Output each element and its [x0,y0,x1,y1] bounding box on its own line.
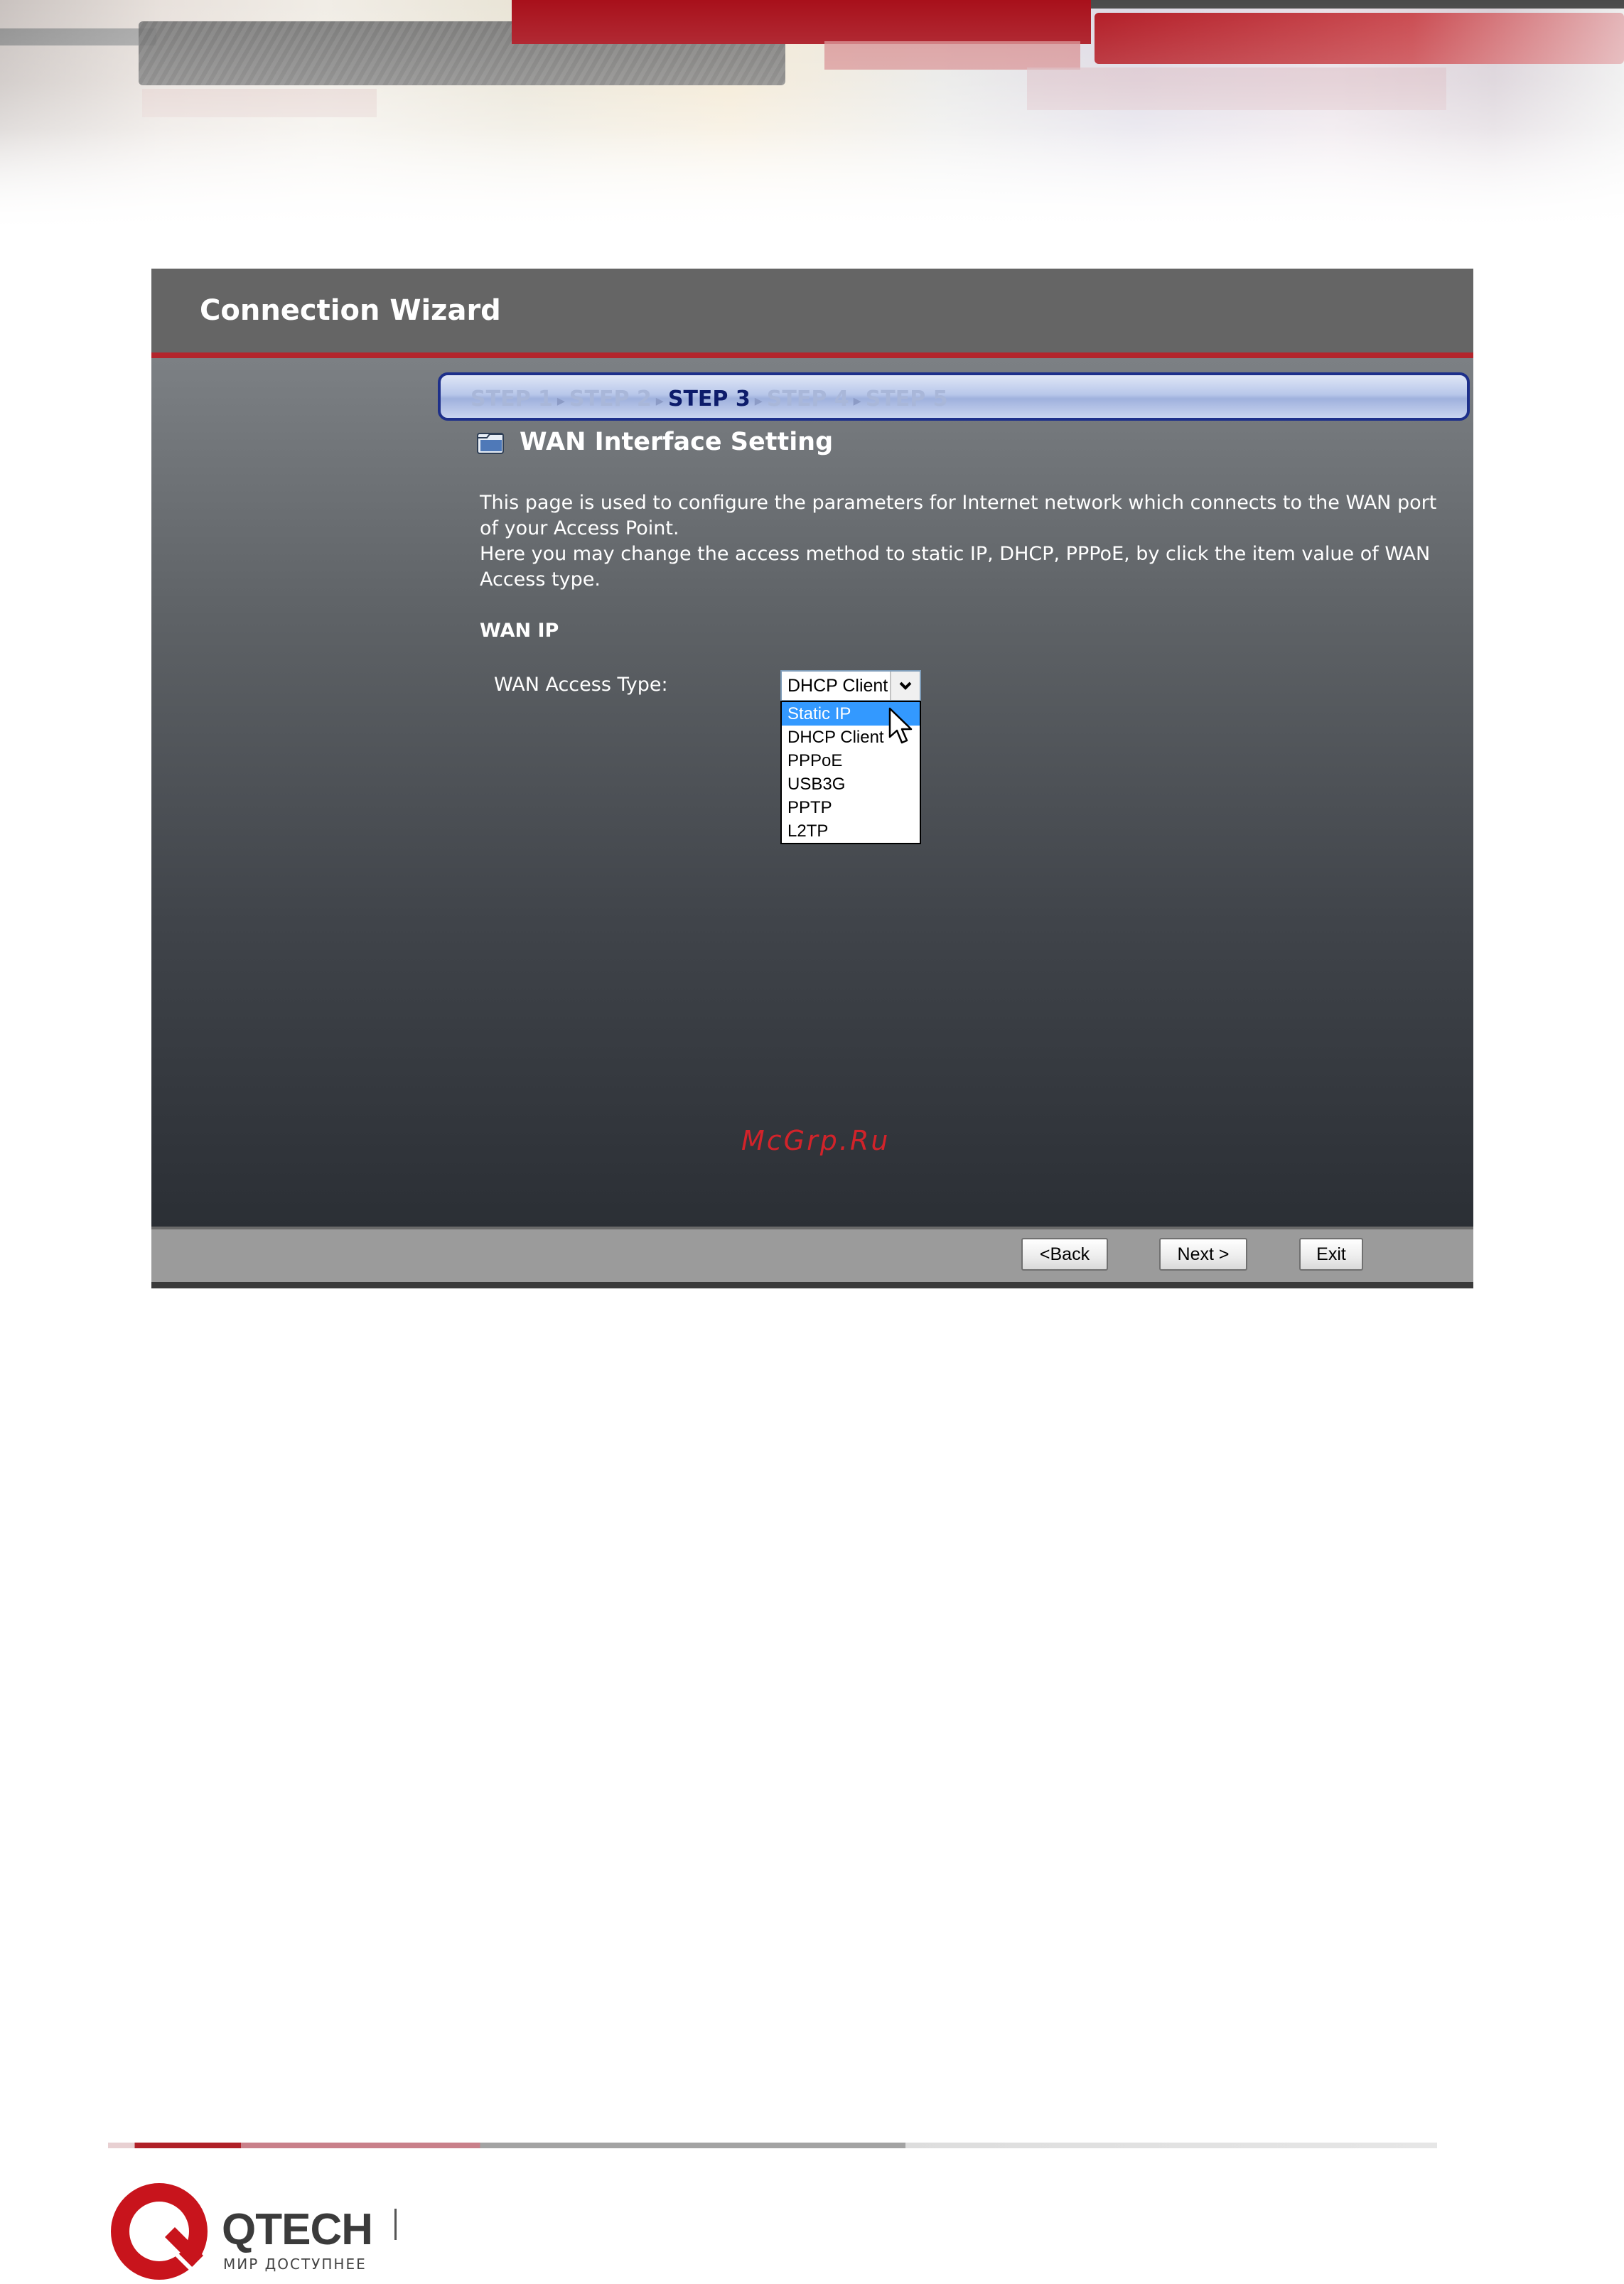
description-line-2: Here you may change the access method to… [480,543,1431,591]
step-3-active: STEP 3 [667,387,751,411]
back-button[interactable]: <Back [1021,1238,1108,1271]
step-4: STEP 4 [766,387,849,411]
chevron-right-icon: ▸ [853,392,861,410]
brand-name: QTECH [222,2205,373,2254]
footer-divider [394,2209,397,2240]
section-title: WAN Interface Setting [520,428,834,456]
exit-button[interactable]: Exit [1299,1238,1363,1271]
step-1: STEP 1 [470,387,553,411]
chevron-right-icon: ▸ [754,392,763,410]
page-description: This page is used to configure the param… [480,490,1461,593]
connection-wizard-window: Connection Wizard STEP 1 ▸ STEP 2 ▸ STEP 3 ▸ S… [151,269,1473,1288]
dropdown-toggle[interactable] [890,672,920,700]
watermark: McGrp.Ru [741,1125,891,1156]
option-l2tp[interactable]: L2TP [782,819,920,843]
wan-access-type-value: DHCP Client [787,676,888,696]
wan-ip-heading: WAN IP [480,620,559,642]
next-button[interactable]: Next > [1159,1238,1247,1271]
mouse-pointer-icon [888,707,913,744]
description-line-1: This page is used to configure the param… [480,492,1437,539]
step-5: STEP 5 [865,387,948,411]
qtech-logo-icon [111,2183,208,2280]
wizard-bottom-edge [151,1282,1473,1288]
footer-rule [108,2143,1437,2148]
option-pptp[interactable]: PPTP [782,796,920,819]
chevron-right-icon: ▸ [556,392,565,410]
folder-icon [477,433,504,454]
chevron-down-icon [899,682,912,690]
wizard-title: Connection Wizard [200,294,501,327]
header-banner [0,0,1624,235]
step-indicator: STEP 1 ▸ STEP 2 ▸ STEP 3 ▸ STEP 4 ▸ STEP 5 [438,372,1470,421]
step-2: STEP 2 [569,387,652,411]
wizard-footer [151,1227,1473,1285]
brand-tagline: МИР ДОСТУПНЕЕ [223,2256,367,2273]
option-usb3g[interactable]: USB3G [782,772,920,796]
wan-access-type-select[interactable]: DHCP Client [780,670,921,701]
chevron-right-icon: ▸ [655,392,664,410]
wizard-header: Connection Wizard [151,269,1473,358]
option-pppoe[interactable]: PPPoE [782,749,920,772]
wan-access-type-label: WAN Access Type: [494,674,668,696]
